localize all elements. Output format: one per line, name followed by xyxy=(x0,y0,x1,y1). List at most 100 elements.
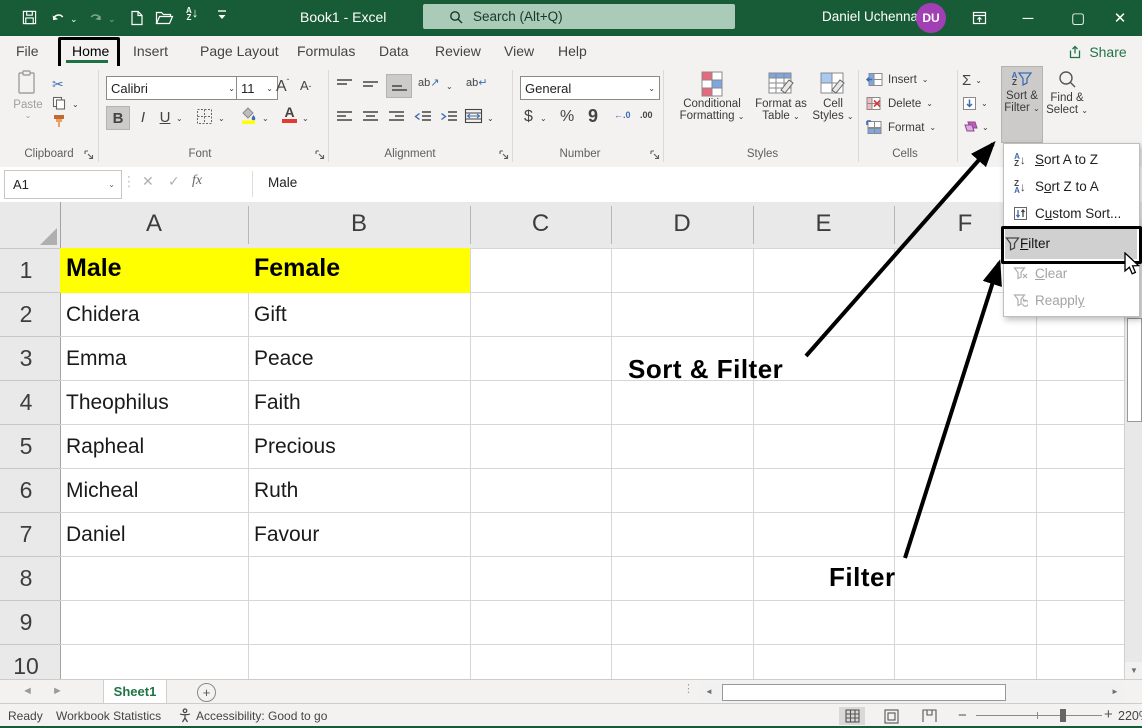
zoom-slider-thumb[interactable] xyxy=(1060,709,1066,722)
clear-button[interactable]: ⌄ xyxy=(962,120,989,134)
accessibility-status[interactable]: Accessibility: Good to go xyxy=(196,709,327,723)
borders-caret[interactable]: ⌄ xyxy=(218,114,225,123)
insert-cells-button[interactable]: Insert ⌄ xyxy=(866,72,928,87)
cell-A5[interactable]: Rapheal xyxy=(66,435,144,459)
row-header-10[interactable]: 10 xyxy=(0,653,52,680)
cell-A1[interactable]: Male xyxy=(66,254,122,283)
borders-icon[interactable] xyxy=(196,108,213,125)
cell-B2[interactable]: Gift xyxy=(254,303,287,327)
decrease-decimal-icon[interactable]: .00 xyxy=(640,110,653,120)
scroll-down-icon[interactable]: ▼ xyxy=(1125,662,1142,679)
cell-A4[interactable]: Theophilus xyxy=(66,391,169,415)
sort-az-qat-icon[interactable]: AZ↓ xyxy=(186,7,198,25)
cut-icon[interactable]: ✂ xyxy=(52,76,64,93)
undo-icon[interactable] xyxy=(50,10,66,25)
col-header-A[interactable]: A xyxy=(60,210,248,238)
page-layout-view-button[interactable] xyxy=(878,707,904,725)
row-header-4[interactable]: 4 xyxy=(0,389,52,416)
copy-icon[interactable] xyxy=(52,96,66,110)
merge-caret[interactable]: ⌄ xyxy=(487,114,494,123)
sort-filter-button[interactable]: AZ Sort & Filter ⌄ xyxy=(1001,66,1043,143)
row-header-6[interactable]: 6 xyxy=(0,477,52,504)
find-select-button[interactable]: Find & Select ⌄ xyxy=(1044,66,1090,141)
tab-insert[interactable]: Insert xyxy=(129,36,172,66)
menu-item-sort-a-to-z[interactable]: AZ↓ Sort A to Z xyxy=(1005,146,1137,173)
zoom-out-button[interactable]: − xyxy=(958,707,967,724)
underline-button[interactable]: U xyxy=(156,106,174,128)
sheet-nav-right-icon[interactable]: ► xyxy=(52,685,63,697)
font-dialog-launcher[interactable] xyxy=(315,150,325,160)
ribbon-display-options-icon[interactable] xyxy=(972,11,987,25)
font-name-select[interactable]: Calibri⌄ xyxy=(106,76,240,100)
cell-A3[interactable]: Emma xyxy=(66,347,127,371)
row-header-5[interactable]: 5 xyxy=(0,433,52,460)
paste-button[interactable]: Paste ⌄ xyxy=(10,70,46,120)
vertical-scrollbar-thumb[interactable] xyxy=(1127,318,1142,422)
search-box[interactable]: Search (Alt+Q) xyxy=(423,4,735,29)
currency-caret[interactable]: ⌄ xyxy=(540,114,547,123)
menu-item-sort-z-to-a[interactable]: ZA↓ Sort Z to A xyxy=(1005,173,1137,200)
fill-button[interactable]: ⌄ xyxy=(962,96,988,111)
clipboard-dialog-launcher[interactable] xyxy=(84,150,94,160)
number-dialog-launcher[interactable] xyxy=(650,150,660,160)
increase-indent-icon[interactable] xyxy=(440,110,458,124)
row-header-7[interactable]: 7 xyxy=(0,521,52,548)
tab-splitter[interactable]: ⋮ xyxy=(683,682,694,695)
horizontal-scrollbar[interactable]: ◄ ► xyxy=(700,682,1124,701)
align-top-icon[interactable] xyxy=(336,78,353,92)
cell-B4[interactable]: Faith xyxy=(254,391,301,415)
minimize-button[interactable]: ─ xyxy=(1008,0,1048,36)
tab-view[interactable]: View xyxy=(500,36,538,66)
close-button[interactable]: ✕ xyxy=(1100,0,1140,36)
select-all-corner[interactable] xyxy=(0,202,61,249)
shrink-font-button[interactable]: Aˇ xyxy=(300,78,311,93)
horizontal-scrollbar-thumb[interactable] xyxy=(722,684,1006,701)
hscroll-right-icon[interactable]: ► xyxy=(1106,682,1124,701)
decrease-indent-icon[interactable] xyxy=(414,110,432,124)
format-cells-button[interactable]: Format ⌄ xyxy=(866,120,936,135)
percent-icon[interactable]: % xyxy=(560,108,574,126)
tab-formulas[interactable]: Formulas xyxy=(293,36,359,66)
normal-view-button[interactable] xyxy=(839,707,865,725)
col-header-B[interactable]: B xyxy=(248,210,470,238)
format-painter-icon[interactable] xyxy=(52,114,67,129)
avatar[interactable]: DU xyxy=(916,3,946,33)
zoom-slider-track[interactable] xyxy=(976,715,1102,716)
fill-color-icon[interactable] xyxy=(240,106,258,125)
copy-caret[interactable]: ⌄ xyxy=(72,100,79,109)
new-file-icon[interactable] xyxy=(130,10,144,26)
italic-button[interactable]: I xyxy=(134,106,152,128)
row-header-3[interactable]: 3 xyxy=(0,345,52,372)
workbook-statistics[interactable]: Workbook Statistics xyxy=(56,709,161,723)
maximize-button[interactable]: ▢ xyxy=(1058,0,1098,36)
undo-caret[interactable]: ⌄ xyxy=(70,14,78,25)
customize-qat-icon[interactable] xyxy=(216,8,228,22)
cell-grid[interactable] xyxy=(60,248,1124,679)
name-box[interactable]: A1 ⌄ xyxy=(4,170,122,199)
hscroll-left-icon[interactable]: ◄ xyxy=(700,682,718,701)
align-left-icon[interactable] xyxy=(336,110,353,124)
row-header-1[interactable]: 1 xyxy=(0,257,52,284)
currency-icon[interactable]: $ xyxy=(524,108,533,126)
align-right-icon[interactable] xyxy=(388,110,405,124)
merge-center-icon[interactable] xyxy=(464,108,483,124)
tab-review[interactable]: Review xyxy=(431,36,485,66)
align-center-icon[interactable] xyxy=(362,110,379,124)
row-header-2[interactable]: 2 xyxy=(0,301,52,328)
menu-item-custom-sort[interactable]: Custom Sort... xyxy=(1005,200,1137,227)
bold-button[interactable]: B xyxy=(106,106,130,130)
align-bottom-icon[interactable] xyxy=(386,74,412,98)
sheet-nav-left-icon[interactable]: ◄ xyxy=(22,685,33,697)
formula-content[interactable]: Male xyxy=(268,175,297,190)
font-size-select[interactable]: 11⌄ xyxy=(236,76,278,100)
font-color-icon[interactable]: A xyxy=(282,106,297,123)
tab-help[interactable]: Help xyxy=(554,36,591,66)
tab-page-layout[interactable]: Page Layout xyxy=(196,36,283,66)
account-name[interactable]: Daniel Uchenna xyxy=(822,9,918,24)
share-button[interactable]: Share xyxy=(1063,40,1133,64)
cell-B1[interactable]: Female xyxy=(254,254,340,283)
underline-caret[interactable]: ⌄ xyxy=(176,114,183,123)
autosum-button[interactable]: Σ ⌄ xyxy=(962,72,982,89)
orientation-caret[interactable]: ⌄ xyxy=(446,82,453,91)
cell-A2[interactable]: Chidera xyxy=(66,303,140,327)
